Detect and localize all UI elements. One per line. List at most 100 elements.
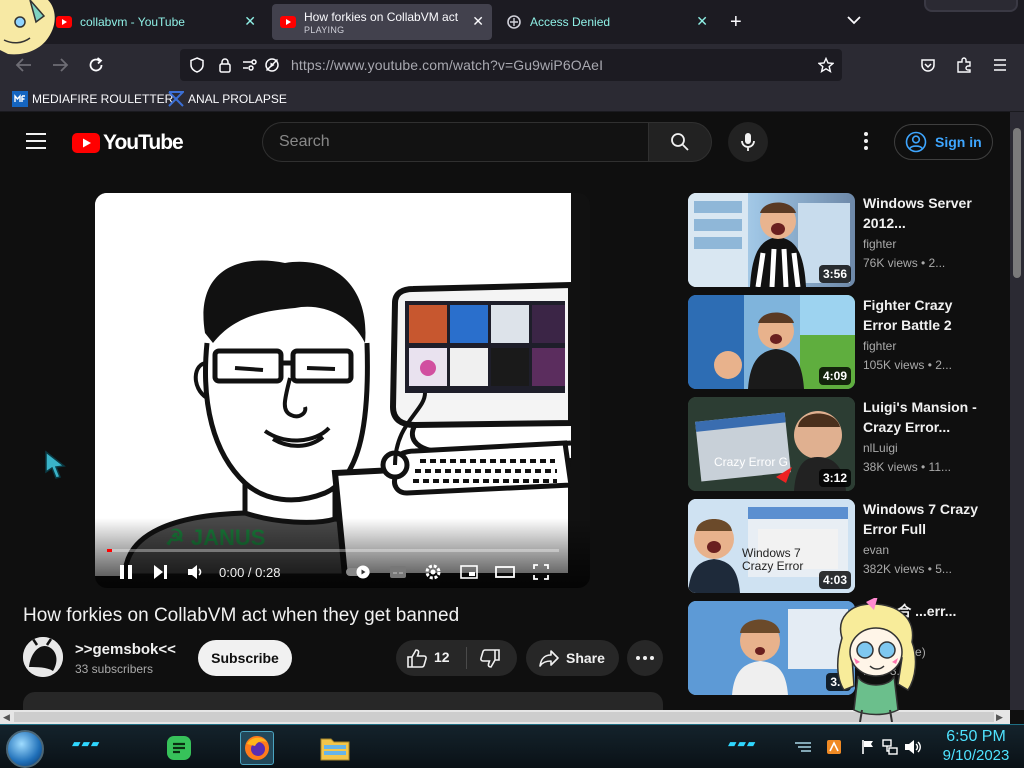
related-video-item[interactable]: Crazy Error G 3:12 Luigi's Mansion - Cra… xyxy=(688,397,988,491)
new-tab-button[interactable]: + xyxy=(730,12,742,32)
shield-icon[interactable] xyxy=(189,57,205,73)
video-thumbnail[interactable]: 3:56 xyxy=(688,193,855,287)
related-video-item[interactable]: 4:09 Fighter Crazy Error Battle 2 fighte… xyxy=(688,295,988,389)
video-thumbnail[interactable]: Windows 7 Crazy Error 4:03 xyxy=(688,499,855,593)
video-progress-fill xyxy=(107,549,112,552)
microphone-icon xyxy=(741,133,755,151)
vertical-scroll-thumb[interactable] xyxy=(1013,128,1021,278)
theater-mode-icon[interactable] xyxy=(494,560,516,584)
video-views: 105K views • 2... xyxy=(863,358,952,372)
start-button[interactable] xyxy=(6,730,44,768)
permissions-icon[interactable] xyxy=(242,57,258,73)
related-video-item[interactable]: 3:56 Windows Server 2012... fighter 76K … xyxy=(688,193,988,287)
video-progress-bar[interactable] xyxy=(107,549,559,552)
video-thumbnail[interactable]: 3... xyxy=(688,601,855,695)
scroll-left-arrow-icon[interactable]: ◀ xyxy=(3,712,10,723)
list-all-tabs-icon[interactable] xyxy=(846,12,862,28)
youtube-logo[interactable]: YouTube xyxy=(72,131,184,155)
video-thumbnail[interactable]: 4:09 xyxy=(688,295,855,389)
voice-search-button[interactable] xyxy=(728,122,768,162)
extensions-icon[interactable] xyxy=(954,55,974,75)
browser-nav-bar: https://www.youtube.com/watch?v=Gu9wiP6O… xyxy=(0,44,1024,86)
taskbar-clock[interactable]: 6:50 PM 9/10/2023 xyxy=(936,727,1016,765)
bookmark-label: MEDIAFIRE ROULETTER xyxy=(32,92,174,106)
video-thumbnail[interactable]: Crazy Error G 3:12 xyxy=(688,397,855,491)
video-title-link[interactable]: Windows 7 Crazy Error Full xyxy=(863,499,981,539)
bookmark-second[interactable]: ANAL PROLAPSE xyxy=(168,90,287,108)
taskbar-notes-app[interactable] xyxy=(162,731,196,765)
subscriber-count: 33 subscribers xyxy=(75,662,154,676)
video-channel[interactable]: evan xyxy=(863,543,889,557)
taskbar-file-explorer[interactable] xyxy=(318,731,352,765)
reload-icon[interactable] xyxy=(86,55,106,75)
clock-time: 6:50 PM xyxy=(946,728,1006,745)
search-input[interactable]: Search xyxy=(262,122,648,162)
close-tab-icon[interactable]: ✕ xyxy=(244,14,256,28)
autoplay-toggle-icon[interactable] xyxy=(345,560,373,584)
subtitles-icon[interactable] xyxy=(387,560,409,584)
menu-icon[interactable] xyxy=(990,55,1010,75)
taskbar-decoration: ▰▰▰ xyxy=(728,738,757,750)
autoplay-blocked-icon[interactable] xyxy=(264,57,280,73)
search-placeholder: Search xyxy=(279,133,330,150)
subscribe-button[interactable]: Subscribe xyxy=(198,640,292,676)
tab-collabvm-youtube[interactable]: collabvm - YouTube ✕ xyxy=(48,4,264,40)
channel-avatar[interactable] xyxy=(23,637,63,677)
video-title-link[interactable]: Fighter Crazy Error Battle 2 xyxy=(863,295,981,335)
video-duration: 4:03 xyxy=(818,571,851,589)
tray-volume-icon[interactable] xyxy=(904,739,921,755)
volume-icon[interactable] xyxy=(185,560,207,584)
video-channel[interactable]: nlLuigi xyxy=(863,441,898,455)
taskbar-firefox[interactable] xyxy=(240,731,274,765)
related-video-item[interactable]: Windows 7 Crazy Error 4:03 Windows 7 Craz… xyxy=(688,499,988,593)
tray-network-bars-icon[interactable] xyxy=(794,739,811,755)
tray-app-icon[interactable] xyxy=(826,739,842,755)
youtube-header: YouTube Search Sign in xyxy=(0,112,1010,170)
video-channel[interactable]: fighter xyxy=(863,237,896,251)
next-video-icon[interactable] xyxy=(149,560,171,584)
description-box[interactable] xyxy=(23,692,663,710)
address-bar[interactable]: https://www.youtube.com/watch?v=Gu9wiP6O… xyxy=(180,49,842,81)
settings-gear-icon[interactable] xyxy=(422,560,444,584)
forward-arrow-icon[interactable] xyxy=(50,55,70,75)
bookmark-star-icon[interactable] xyxy=(817,56,835,73)
share-button[interactable]: Share xyxy=(526,640,619,676)
taskbar: ▰▰▰ ▰▰▰ 6:50 PM 9/10/2023 xyxy=(0,724,1024,768)
close-tab-icon[interactable]: ✕ xyxy=(696,14,708,28)
share-icon xyxy=(539,650,559,667)
more-actions-button[interactable] xyxy=(627,640,663,676)
miniplayer-icon[interactable] xyxy=(458,560,480,584)
lock-icon[interactable] xyxy=(217,57,233,73)
video-title-link[interactable]: Windows Server 2012... xyxy=(863,193,981,233)
search-button[interactable] xyxy=(648,122,712,162)
guide-menu-icon[interactable] xyxy=(26,133,46,149)
channel-name[interactable]: >>gemsbok<< xyxy=(75,641,176,658)
pocket-icon[interactable] xyxy=(918,55,938,75)
dislike-button[interactable] xyxy=(479,649,501,669)
scroll-right-arrow-icon[interactable]: ▶ xyxy=(996,712,1003,723)
back-arrow-icon[interactable] xyxy=(14,55,34,75)
desktop-mascot-character xyxy=(832,596,922,723)
page-vertical-scrollbar[interactable] xyxy=(1010,112,1024,710)
video-title-link[interactable]: Luigi's Mansion - Crazy Error... xyxy=(863,397,981,437)
tray-flag-icon[interactable] xyxy=(860,739,876,755)
video-duration: 4:09 xyxy=(818,367,851,385)
tab-access-denied[interactable]: Access Denied ✕ xyxy=(498,4,716,40)
tab-current-video[interactable]: How forkies on CollabVM act when they ge… xyxy=(272,4,492,40)
mediafire-icon xyxy=(12,91,28,107)
close-tab-icon[interactable]: ✕ xyxy=(472,14,484,28)
fullscreen-icon[interactable] xyxy=(530,560,552,584)
sign-in-button[interactable]: Sign in xyxy=(894,124,993,160)
window-controls-pill[interactable] xyxy=(924,0,1018,12)
bookmark-mediafire[interactable]: MEDIAFIRE ROULETTER xyxy=(12,90,173,108)
tray-network-icon[interactable] xyxy=(882,739,898,755)
firefox-icon xyxy=(245,736,269,760)
video-channel[interactable]: fighter xyxy=(863,339,896,353)
settings-more-icon[interactable] xyxy=(863,132,869,150)
video-player[interactable]: ☭ JANUS xyxy=(95,193,590,588)
url-text[interactable]: https://www.youtube.com/watch?v=Gu9wiP6O… xyxy=(291,57,603,73)
site-icon xyxy=(506,14,522,30)
like-button[interactable] xyxy=(406,648,428,668)
video-views: 38K views • 11... xyxy=(863,460,952,474)
pause-icon[interactable] xyxy=(115,560,137,584)
